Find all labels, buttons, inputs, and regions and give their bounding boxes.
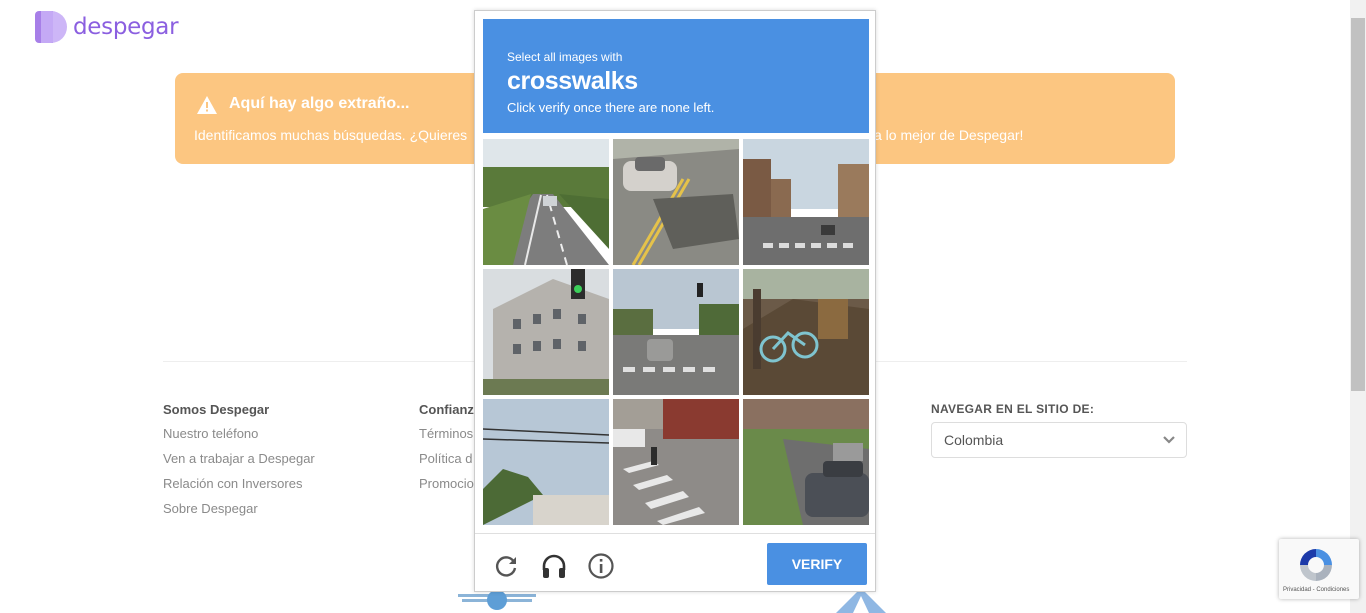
alert-message-left: Identificamos muchas búsquedas. ¿Quieres bbox=[194, 127, 468, 143]
footer-link-sobre[interactable]: Sobre Despegar bbox=[163, 500, 315, 525]
captcha-tile-6[interactable] bbox=[743, 269, 869, 395]
captcha-note: Click verify once there are none left. bbox=[507, 100, 715, 115]
intersection-crosswalk-image bbox=[613, 269, 739, 395]
brand-name: despegar bbox=[73, 14, 179, 40]
warning-icon bbox=[197, 96, 217, 114]
footer-link-terminos[interactable]: Términos bbox=[419, 425, 474, 450]
country-select-value: Colombia bbox=[944, 432, 1004, 448]
building-traffic-light-image bbox=[483, 269, 609, 395]
captcha-tile-7[interactable] bbox=[483, 399, 609, 525]
captcha-image-grid bbox=[483, 139, 869, 525]
footer-column-title: Somos Despegar bbox=[163, 402, 270, 417]
country-select[interactable]: Colombia bbox=[931, 422, 1187, 458]
captcha-tile-5[interactable] bbox=[613, 269, 739, 395]
footer-link-inversores[interactable]: Relación con Inversores bbox=[163, 475, 315, 500]
footer-link-politica[interactable]: Política d bbox=[419, 450, 474, 475]
car-on-road-image bbox=[613, 139, 739, 265]
captcha-target: crosswalks bbox=[507, 67, 638, 95]
parked-cars-image bbox=[743, 399, 869, 525]
recaptcha-badge[interactable]: Privacidad - Condiciones bbox=[1279, 539, 1359, 599]
bicycle-sidewalk-image bbox=[743, 269, 869, 395]
recaptcha-badge-text[interactable]: Privacidad - Condiciones bbox=[1283, 587, 1349, 593]
headphones-icon[interactable] bbox=[540, 552, 568, 580]
scrollbar-thumb[interactable] bbox=[1351, 18, 1365, 391]
footer-link-telefono[interactable]: Nuestro teléfono bbox=[163, 425, 315, 450]
captcha-tile-3[interactable] bbox=[743, 139, 869, 265]
footer-column-title: Confianz bbox=[419, 402, 474, 417]
captcha-tile-4[interactable] bbox=[483, 269, 609, 395]
captcha-instruction: Select all images with bbox=[507, 50, 623, 64]
pedestrian-crosswalk-image bbox=[613, 399, 739, 525]
reload-icon[interactable] bbox=[492, 552, 520, 580]
footer-column-somos: Somos Despegar Nuestro teléfono Ven a tr… bbox=[163, 402, 315, 525]
captcha-header: Select all images with crosswalks Click … bbox=[483, 19, 869, 133]
footer-link-promociones[interactable]: Promocio bbox=[419, 475, 474, 500]
alert-message-right: a lo mejor de Despegar! bbox=[874, 127, 1024, 143]
verify-button[interactable]: VERIFY bbox=[767, 543, 867, 585]
footer-column-confianza: Confianz Términos Política d Promocio bbox=[419, 402, 474, 500]
recaptcha-logo-icon bbox=[1300, 549, 1332, 581]
captcha-dialog: Select all images with crosswalks Click … bbox=[474, 10, 876, 592]
despegar-logo[interactable]: despegar bbox=[35, 11, 179, 43]
captcha-tile-9[interactable] bbox=[743, 399, 869, 525]
logo-mark-icon bbox=[35, 11, 67, 43]
info-icon[interactable] bbox=[587, 552, 615, 580]
captcha-tile-8[interactable] bbox=[613, 399, 739, 525]
street-crosswalk-image bbox=[743, 139, 869, 265]
captcha-tile-1[interactable] bbox=[483, 139, 609, 265]
power-lines-trees-image bbox=[483, 399, 609, 525]
site-nav-label: NAVEGAR EN EL SITIO DE: bbox=[931, 402, 1095, 416]
highway-car-image bbox=[483, 139, 609, 265]
captcha-tile-2[interactable] bbox=[613, 139, 739, 265]
chevron-down-icon bbox=[1163, 436, 1175, 444]
captcha-footer-divider bbox=[475, 533, 875, 534]
alert-title: Aquí hay algo extraño... bbox=[229, 95, 410, 112]
footer-link-trabajar[interactable]: Ven a trabajar a Despegar bbox=[163, 450, 315, 475]
